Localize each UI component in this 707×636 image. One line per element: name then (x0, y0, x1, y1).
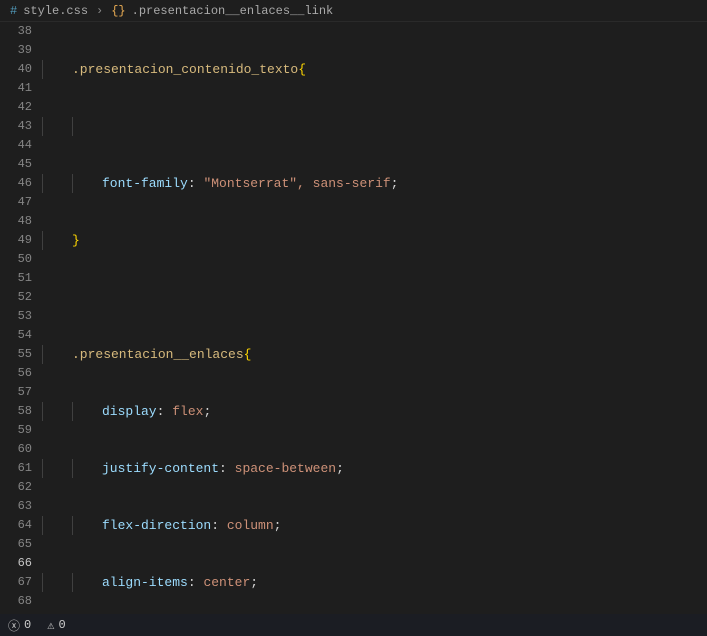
line-number[interactable]: 66 (0, 554, 32, 573)
line-number[interactable]: 61 (0, 459, 32, 478)
line-number[interactable]: 60 (0, 440, 32, 459)
css-property: display (102, 404, 157, 419)
line-number[interactable]: 43 (0, 117, 32, 136)
css-property: align-items (102, 575, 188, 590)
line-number[interactable]: 50 (0, 250, 32, 269)
css-property: flex-direction (102, 518, 211, 533)
line-number[interactable]: 55 (0, 345, 32, 364)
line-number-gutter[interactable]: 3839404142434445464748495051525354555657… (0, 22, 42, 614)
breadcrumb-file[interactable]: style.css (23, 4, 88, 18)
line-number[interactable]: 39 (0, 41, 32, 60)
line-number[interactable]: 45 (0, 155, 32, 174)
code-area[interactable]: .presentacion_contenido_texto{ font-fami… (42, 22, 707, 614)
status-bar[interactable]: ⓧ 0 ⚠ 0 (0, 614, 707, 636)
css-value: flex (172, 404, 203, 419)
line-number[interactable]: 53 (0, 307, 32, 326)
line-number[interactable]: 41 (0, 79, 32, 98)
css-property: font-family (102, 176, 188, 191)
line-number[interactable]: 49 (0, 231, 32, 250)
line-number[interactable]: 44 (0, 136, 32, 155)
line-number[interactable]: 52 (0, 288, 32, 307)
line-number[interactable]: 68 (0, 592, 32, 611)
line-number[interactable]: 63 (0, 497, 32, 516)
warning-icon: ⚠ (47, 618, 54, 633)
line-number[interactable]: 46 (0, 174, 32, 193)
error-icon: ⓧ (8, 617, 20, 634)
line-number[interactable]: 40 (0, 60, 32, 79)
line-number[interactable]: 48 (0, 212, 32, 231)
chevron-right-icon: › (96, 4, 103, 18)
line-number[interactable]: 62 (0, 478, 32, 497)
line-number[interactable]: 67 (0, 573, 32, 592)
error-count: 0 (24, 618, 31, 632)
line-number[interactable]: 59 (0, 421, 32, 440)
css-value: "Montserrat", sans-serif (203, 176, 390, 191)
css-rule-icon: {} (111, 4, 125, 18)
warning-count: 0 (58, 618, 65, 632)
line-number[interactable]: 42 (0, 98, 32, 117)
line-number[interactable]: 65 (0, 535, 32, 554)
status-errors[interactable]: ⓧ 0 (8, 617, 31, 634)
line-number[interactable]: 57 (0, 383, 32, 402)
breadcrumb-selector[interactable]: .presentacion__enlaces__link (132, 4, 334, 18)
status-warnings[interactable]: ⚠ 0 (47, 618, 65, 633)
line-number[interactable]: 47 (0, 193, 32, 212)
line-number[interactable]: 58 (0, 402, 32, 421)
code-editor[interactable]: 3839404142434445464748495051525354555657… (0, 22, 707, 614)
line-number[interactable]: 56 (0, 364, 32, 383)
css-property: justify-content (102, 461, 219, 476)
line-number[interactable]: 64 (0, 516, 32, 535)
line-number[interactable]: 54 (0, 326, 32, 345)
css-selector: .presentacion_contenido_texto (72, 62, 298, 77)
css-value: column (227, 518, 274, 533)
css-value: space-between (235, 461, 336, 476)
css-file-icon: # (10, 4, 17, 18)
line-number[interactable]: 51 (0, 269, 32, 288)
line-number[interactable]: 38 (0, 22, 32, 41)
css-value: center (203, 575, 250, 590)
css-selector: .presentacion__enlaces (72, 347, 244, 362)
breadcrumb[interactable]: # style.css › {} .presentacion__enlaces_… (0, 0, 707, 22)
